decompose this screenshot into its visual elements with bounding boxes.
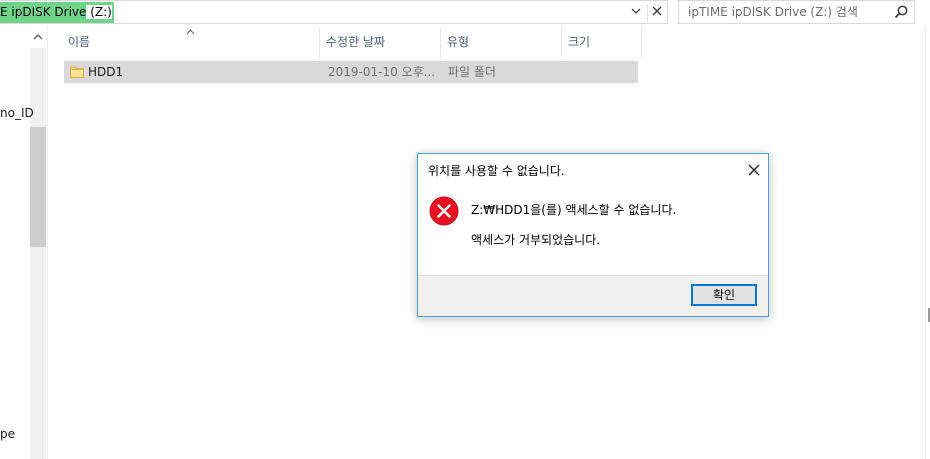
- address-path-drive-name: E ipDISK Drive: [0, 5, 87, 19]
- address-bar[interactable]: E ipDISK Drive (Z:): [0, 0, 668, 24]
- dialog-message-secondary: 액세스가 거부되었습니다.: [471, 233, 601, 247]
- search-box[interactable]: [678, 0, 915, 24]
- scroll-up-arrow-icon[interactable]: [30, 32, 46, 46]
- error-dialog: 위치를 사용할 수 없습니다. Z:₩HDD1을(를) 액세스할 수 없습니다.…: [417, 153, 769, 317]
- column-header-modified[interactable]: 수정한 날짜: [320, 28, 441, 58]
- nav-item-label[interactable]: pe: [0, 427, 15, 441]
- address-path-drive-letter: (Z:): [86, 5, 112, 19]
- nav-scrollbar-thumb[interactable]: [30, 127, 46, 247]
- address-path[interactable]: E ipDISK Drive (Z:): [0, 2, 114, 23]
- error-icon: [429, 196, 459, 226]
- chevron-down-icon[interactable]: [627, 4, 645, 22]
- file-name[interactable]: HDD1: [88, 61, 123, 83]
- column-headers: 이름 수정한 날짜 유형 크기: [62, 28, 642, 58]
- folder-icon: [70, 65, 84, 78]
- close-icon[interactable]: [744, 160, 764, 180]
- navigation-pane[interactable]: [0, 26, 48, 459]
- search-icon[interactable]: [893, 4, 909, 20]
- column-header-type[interactable]: 유형: [441, 28, 562, 58]
- file-type: 파일 폴더: [448, 65, 496, 79]
- file-modified: 2019-01-10 오후...: [328, 65, 436, 79]
- file-row[interactable]: HDD1 2019-01-10 오후... 파일 폴더: [64, 61, 638, 83]
- dialog-footer: 확인: [418, 275, 768, 316]
- search-input[interactable]: [679, 1, 889, 23]
- close-icon[interactable]: [647, 4, 665, 22]
- ok-button[interactable]: 확인: [691, 284, 757, 306]
- column-header-size[interactable]: 크기: [562, 28, 642, 58]
- sort-ascending-icon: [186, 27, 195, 38]
- dialog-message-primary: Z:₩HDD1을(를) 액세스할 수 없습니다.: [471, 203, 677, 217]
- nav-item-label[interactable]: no_ID: [0, 106, 34, 120]
- details-pane-edge: [925, 27, 930, 459]
- dialog-title: 위치를 사용할 수 없습니다.: [428, 164, 565, 178]
